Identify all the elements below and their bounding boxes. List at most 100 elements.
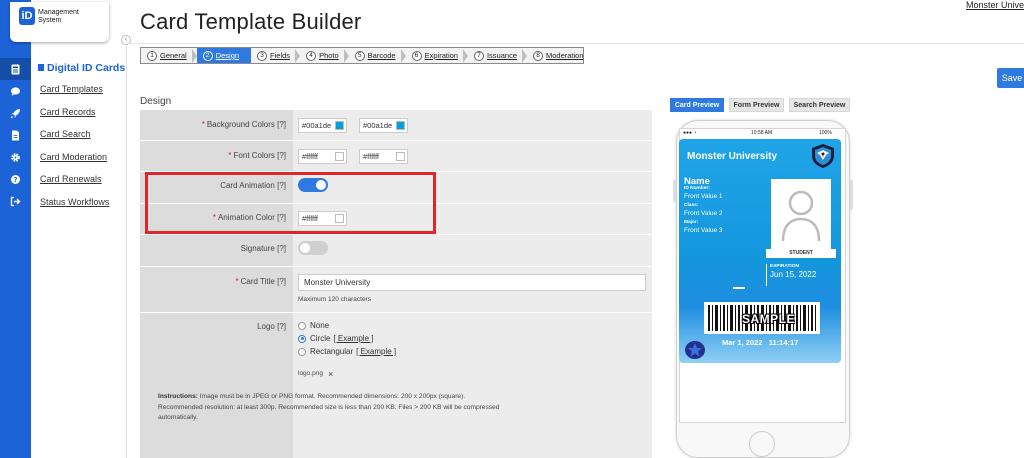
organization-link[interactable]: Monster University — [966, 0, 1024, 10]
time-stamp: Mar 1, 2022 11:14:17 — [722, 338, 799, 347]
barcode: SAMPLE — [704, 302, 820, 334]
id-card-icon[interactable] — [0, 58, 31, 80]
sidebar-item-status-workflows[interactable]: Status Workflows — [40, 197, 109, 207]
svg-text:?: ? — [13, 176, 17, 184]
star-badge — [685, 341, 705, 359]
logo-file-name: logo.png — [298, 370, 323, 377]
status-battery: 100% — [819, 130, 832, 136]
id-card-small-icon — [38, 64, 44, 71]
person-silhouette-icon — [781, 190, 821, 242]
save-button[interactable]: Save — [997, 68, 1024, 88]
class-value: Front Value 2 — [684, 210, 723, 217]
header-divider — [127, 43, 1024, 44]
circle-example-link[interactable]: [ Example ] — [333, 334, 373, 343]
wizard-step-photo[interactable]: 4 Photo — [300, 48, 349, 63]
signature-toggle[interactable] — [298, 241, 328, 255]
icon-rail: ? — [0, 0, 31, 458]
section-title: Design — [140, 96, 172, 107]
row-divider — [140, 312, 652, 313]
signature-label: Signature [?] — [240, 244, 286, 253]
document-icon[interactable] — [0, 124, 31, 146]
logo-mark: iD — [19, 7, 35, 25]
sidebar: Digital ID Cards Card Templates Card Rec… — [31, 46, 127, 458]
logo-label: Logo [?] — [257, 322, 286, 331]
status-time: 10:58 AM — [751, 130, 773, 136]
wizard-step-issuance[interactable]: 7 Issuance — [468, 48, 527, 63]
wizard-step-expiration[interactable]: 6 Expiration — [406, 48, 468, 63]
background-color-input-2[interactable]: #00a1de — [359, 118, 408, 133]
expiration-label: EXPIRATION — [770, 264, 799, 269]
help-icon[interactable]: ? — [0, 168, 31, 190]
card-title-input[interactable]: Monster University — [298, 274, 646, 291]
row-divider — [140, 234, 652, 235]
color-swatch[interactable] — [335, 152, 344, 161]
wizard-steps: 1 General 2 Design 3 Fields 4 Photo 5 Barcode… — [140, 47, 584, 64]
logo-line-2: System — [38, 17, 62, 24]
background-colors-label: * Background Colors [?] — [201, 120, 286, 129]
logout-icon[interactable] — [0, 190, 31, 212]
eagle-crest-icon — [812, 144, 834, 168]
toggle-knob — [300, 243, 310, 253]
tab-card-preview[interactable]: Card Preview — [670, 98, 724, 112]
card-title-helper: Maximum 120 characters — [298, 296, 371, 303]
chevron-left-icon: ‹ — [124, 36, 128, 43]
sidebar-item-card-templates[interactable]: Card Templates — [40, 84, 103, 94]
expiration-value: Jun 15, 2022 — [770, 270, 817, 279]
row-divider — [140, 266, 652, 267]
radio-circle[interactable] — [298, 334, 306, 343]
background-color-input-1[interactable]: #00a1de — [298, 118, 347, 133]
star-icon — [688, 343, 702, 357]
rocket-icon[interactable] — [0, 102, 31, 124]
wizard-step-design[interactable]: 2 Design — [196, 48, 252, 63]
id-card-preview: Monster University Name ID Number: Front… — [679, 139, 841, 363]
divider-dash — [733, 287, 745, 289]
phone-home-button — [749, 431, 775, 457]
step-separator — [244, 48, 250, 63]
expiration-block: EXPIRATION Jun 15, 2022 — [766, 264, 836, 286]
wizard-step-moderation[interactable]: 8 Moderation — [527, 48, 584, 63]
class-label: Class: — [684, 203, 699, 208]
chat-icon[interactable] — [0, 80, 31, 102]
logo-option-circle[interactable]: Circle[ Example ] — [298, 334, 373, 343]
signal-icon: ●●● ◔ — [683, 130, 697, 136]
phone-side-button — [673, 180, 676, 202]
remove-file-icon[interactable]: × — [328, 369, 333, 379]
font-color-input-1[interactable]: #ffffff — [298, 149, 347, 164]
id-number-value: Front Value 1 — [684, 193, 723, 200]
gear-icon[interactable] — [0, 146, 31, 168]
radio-none[interactable] — [298, 321, 306, 330]
major-label: Major: — [684, 220, 699, 225]
card-title-label: * Card Title [?] — [235, 277, 286, 286]
card-title-text: Monster University — [687, 151, 778, 162]
tab-search-preview[interactable]: Search Preview — [789, 98, 850, 112]
photo-placeholder — [771, 179, 831, 249]
tab-form-preview[interactable]: Form Preview — [729, 98, 784, 112]
row-divider — [140, 140, 652, 141]
sample-watermark: SAMPLE — [742, 312, 796, 326]
wizard-step-fields[interactable]: 3 Fields — [251, 48, 301, 63]
id-number-label: ID Number: — [684, 186, 710, 191]
radio-rectangular[interactable] — [298, 347, 306, 356]
status-label: STUDENT — [766, 249, 836, 258]
sidebar-item-card-search[interactable]: Card Search — [40, 129, 91, 139]
logo-line-1: Management — [38, 9, 79, 16]
sidebar-heading[interactable]: Digital ID Cards — [38, 62, 125, 74]
phone-status-bar: ●●● ◔ 10:58 AM 100% — [679, 129, 846, 138]
app-logo[interactable]: iD Management System — [10, 2, 109, 42]
rectangular-example-link[interactable]: [ Example ] — [356, 347, 396, 356]
color-swatch[interactable] — [335, 121, 344, 130]
logo-option-none[interactable]: None — [298, 321, 329, 330]
logo-instructions: Instructions: Image must be in JPEG or P… — [158, 393, 500, 421]
color-swatch[interactable] — [396, 152, 405, 161]
sidebar-item-card-moderation[interactable]: Card Moderation — [40, 152, 107, 162]
logo-option-rectangular[interactable]: Rectangular[ Example ] — [298, 347, 396, 356]
sidebar-item-card-renewals[interactable]: Card Renewals — [40, 174, 102, 184]
page-title: Card Template Builder — [140, 9, 362, 34]
color-swatch[interactable] — [396, 121, 405, 130]
font-color-input-2[interactable]: #ffffff — [359, 149, 408, 164]
wizard-step-barcode[interactable]: 5 Barcode — [349, 48, 406, 63]
wizard-step-general[interactable]: 1 General — [141, 48, 197, 63]
sidebar-item-card-records[interactable]: Card Records — [40, 107, 96, 117]
major-value: Front Value 3 — [684, 227, 723, 234]
highlight-box — [145, 172, 436, 234]
